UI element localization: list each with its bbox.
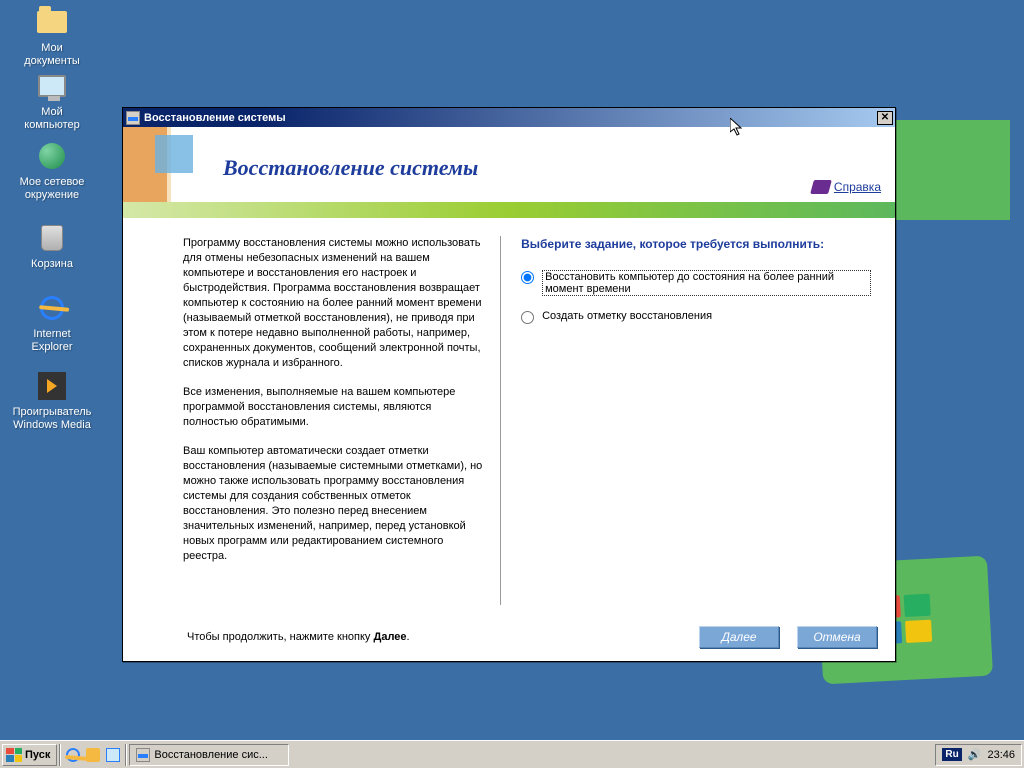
description-column: Программу восстановления системы можно и… — [137, 228, 494, 613]
paragraph: Все изменения, выполняемые на вашем комп… — [183, 385, 484, 430]
help-link[interactable]: Справка — [812, 180, 881, 194]
separator — [125, 744, 127, 766]
vertical-divider — [500, 236, 501, 605]
radio-label: Создать отметку восстановления — [542, 310, 712, 322]
body: Программу восстановления системы можно и… — [123, 218, 895, 613]
continue-hint: Чтобы продолжить, нажмите кнопку Далее. — [187, 631, 410, 643]
taskbar-button-system-restore[interactable]: Восстановление сис... — [129, 744, 289, 766]
quicklaunch-outlook[interactable] — [83, 745, 103, 765]
radio-restore-earlier[interactable]: Восстановить компьютер до состояния на б… — [521, 270, 871, 296]
task-button-label: Восстановление сис... — [154, 749, 268, 761]
desktop-icon-my-documents[interactable]: Мои документы — [12, 6, 92, 68]
icon-label: Проигрыватель Windows Media — [12, 406, 92, 432]
icon-label: Мой компьютер — [12, 106, 92, 132]
help-label: Справка — [834, 180, 881, 194]
radio-label: Восстановить компьютер до состояния на б… — [542, 270, 871, 296]
start-label: Пуск — [25, 749, 50, 761]
titlebar[interactable]: Восстановление системы ✕ — [123, 108, 895, 127]
language-indicator[interactable]: Ru — [942, 748, 961, 761]
header: Восстановление системы Справка — [123, 127, 895, 202]
start-button[interactable]: Пуск — [2, 744, 57, 766]
system-restore-window: Восстановление системы ✕ Восстановление … — [122, 107, 896, 662]
desktop-icon-recycle-bin[interactable]: Корзина — [12, 222, 92, 271]
task-column: Выберите задание, которое требуется выпо… — [507, 228, 881, 613]
separator — [59, 744, 61, 766]
desktop: Мои документы Мой компьютер Мое сетевое … — [0, 0, 1024, 740]
taskbar: Пуск Восстановление сис... Ru 🔊 23:46 — [0, 740, 1024, 768]
desktop-icon-my-computer[interactable]: Мой компьютер — [12, 70, 92, 132]
clock[interactable]: 23:46 — [987, 749, 1015, 761]
page-heading: Восстановление системы — [223, 155, 478, 181]
quicklaunch-show-desktop[interactable] — [103, 745, 123, 765]
icon-label: Корзина — [12, 258, 92, 271]
paragraph: Программу восстановления системы можно и… — [183, 236, 484, 371]
radio-create-point[interactable]: Создать отметку восстановления — [521, 310, 871, 324]
cancel-button[interactable]: Отмена — [797, 626, 877, 648]
radio-input[interactable] — [521, 271, 534, 284]
volume-icon[interactable]: 🔊 — [968, 748, 982, 761]
desktop-icon-windows-media-player[interactable]: Проигрыватель Windows Media — [12, 370, 92, 432]
icon-label: Мое сетевое окружение — [12, 176, 92, 202]
windows-flag-icon — [6, 748, 22, 762]
icon-label: Мои документы — [12, 42, 92, 68]
ie-icon — [36, 292, 68, 324]
app-icon — [136, 748, 150, 762]
bin-icon — [36, 222, 68, 254]
desktop-icon-network-places[interactable]: Мое сетевое окружение — [12, 140, 92, 202]
task-instruction: Выберите задание, которое требуется выпо… — [521, 236, 871, 252]
next-button[interactable]: Далее — [699, 626, 779, 648]
decor-green-band — [123, 202, 895, 218]
folder-icon — [36, 6, 68, 38]
quicklaunch-ie[interactable] — [63, 745, 83, 765]
paragraph: Ваш компьютер автоматически создает отме… — [183, 444, 484, 564]
decor-blue — [155, 135, 193, 173]
computer-icon — [36, 70, 68, 102]
wmp-icon — [36, 370, 68, 402]
desktop-icon-internet-explorer[interactable]: Internet Explorer — [12, 292, 92, 354]
radio-input[interactable] — [521, 311, 534, 324]
icon-label: Internet Explorer — [12, 328, 92, 354]
close-button[interactable]: ✕ — [877, 111, 893, 125]
footer: Чтобы продолжить, нажмите кнопку Далее. … — [123, 613, 895, 661]
globe-icon — [36, 140, 68, 172]
system-tray: Ru 🔊 23:46 — [935, 744, 1022, 766]
book-icon — [810, 180, 832, 194]
app-icon — [125, 110, 141, 126]
window-title: Восстановление системы — [144, 112, 877, 124]
